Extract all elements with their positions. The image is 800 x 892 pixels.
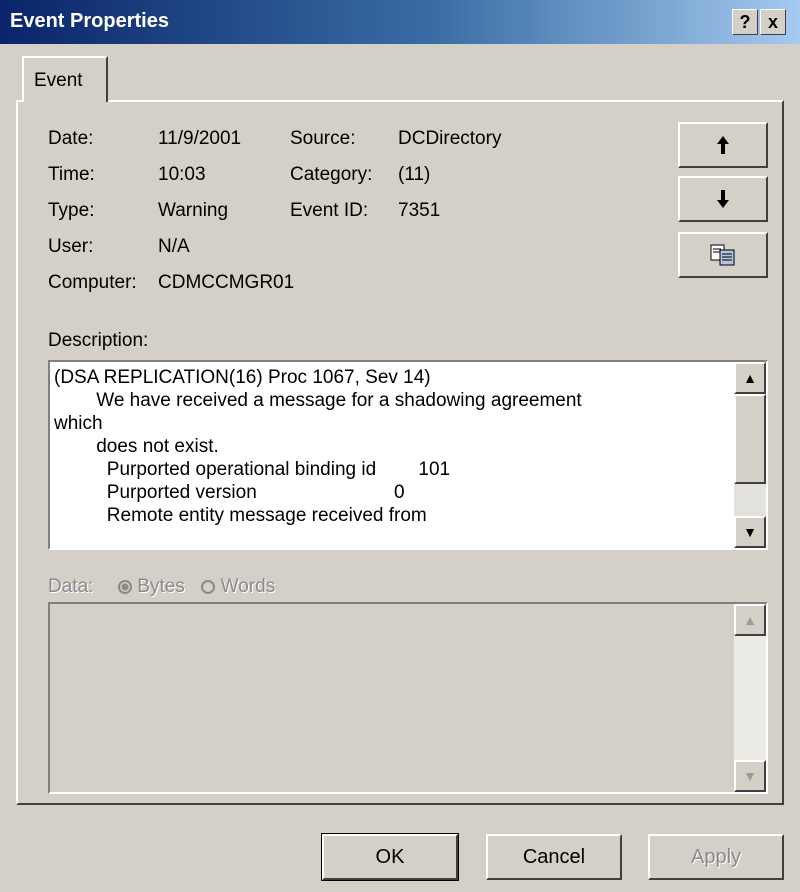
copy-icon	[710, 244, 735, 266]
tab-event-label: Event	[34, 70, 83, 91]
words-radio[interactable]	[201, 579, 216, 594]
close-button[interactable]: x	[760, 9, 786, 35]
scroll-up-button[interactable]: ▲	[734, 362, 766, 394]
description-textbox[interactable]: (DSA REPLICATION(16) Proc 1067, Sev 14) …	[48, 360, 768, 550]
window-title: Event Properties	[10, 10, 169, 32]
computer-label: Computer:	[48, 272, 137, 293]
data-scroll-up-button[interactable]: ▲	[734, 604, 766, 636]
source-label: Source:	[290, 128, 356, 149]
date-value: 11/9/2001	[158, 128, 242, 149]
scroll-up-icon: ▲	[743, 370, 757, 386]
category-value: (11)	[398, 164, 431, 185]
description-text: (DSA REPLICATION(16) Proc 1067, Sev 14) …	[54, 367, 582, 526]
event-id-label: Event ID:	[290, 200, 369, 221]
data-scroll-up-icon: ▲	[743, 612, 757, 628]
type-value: Warning	[158, 200, 229, 221]
date-label: Date:	[48, 128, 94, 149]
cancel-button[interactable]: Cancel	[486, 834, 622, 880]
copy-button[interactable]	[678, 232, 768, 278]
bytes-radio[interactable]	[117, 579, 132, 594]
arrow-down-icon	[717, 190, 729, 208]
event-properties-window: Event Properties ? x Event Date: 11/9/20…	[0, 0, 800, 892]
type-label: Type:	[48, 200, 95, 221]
computer-value: CDMCCMGR01	[158, 272, 295, 293]
help-button[interactable]: ?	[732, 9, 758, 35]
user-label: User:	[48, 236, 94, 257]
category-label: Category:	[290, 164, 373, 185]
source-value: DCDirectory	[398, 128, 502, 149]
previous-event-button[interactable]	[678, 122, 768, 168]
scroll-down-button[interactable]: ▼	[734, 516, 766, 548]
description-scrollbar[interactable]: ▲ ▼	[734, 362, 766, 548]
apply-button[interactable]: Apply	[648, 834, 784, 880]
data-label: Data:	[48, 576, 94, 597]
cancel-button-label: Cancel	[522, 845, 586, 868]
close-icon: x	[767, 11, 778, 32]
ok-button-label: OK	[375, 845, 405, 868]
data-scroll-down-button[interactable]: ▼	[734, 760, 766, 792]
arrow-up-icon	[717, 136, 729, 154]
description-label: Description:	[48, 330, 149, 351]
data-textbox[interactable]: ▲ ▼	[48, 602, 768, 794]
data-scrollbar[interactable]: ▲ ▼	[734, 604, 766, 792]
data-options-row: Data: Bytes Words	[48, 576, 275, 598]
words-radio-label: Words	[220, 576, 276, 597]
event-id-value: 7351	[398, 200, 441, 221]
time-value: 10:03	[158, 164, 206, 185]
apply-button-label: Apply	[690, 845, 742, 868]
title-bar: Event Properties ? x	[0, 0, 800, 44]
help-icon: ?	[739, 11, 751, 32]
next-event-button[interactable]	[678, 176, 768, 222]
ok-button[interactable]: OK	[321, 833, 459, 881]
data-scroll-down-icon: ▼	[743, 768, 757, 784]
tab-event[interactable]: Event	[22, 56, 108, 102]
scroll-thumb[interactable]	[734, 394, 766, 484]
scroll-down-icon: ▼	[743, 524, 757, 540]
user-value: N/A	[158, 236, 190, 257]
time-label: Time:	[48, 164, 95, 185]
bytes-radio-label: Bytes	[137, 576, 185, 597]
